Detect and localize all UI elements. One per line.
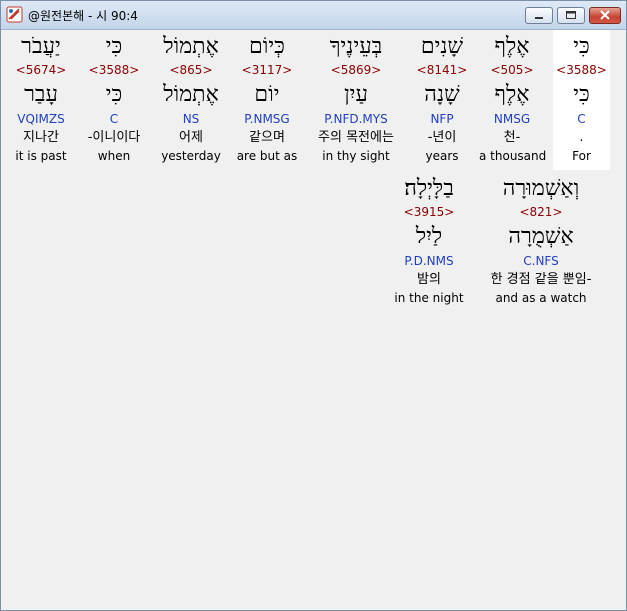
lemma: יוֹם [254, 82, 280, 107]
strong-number[interactable]: <505> [479, 63, 545, 77]
strong-number[interactable]: <3915> [387, 205, 471, 219]
hebrew-word: שָׁנִים [420, 34, 464, 59]
korean-gloss: 밤의 [417, 272, 441, 287]
title-bar[interactable]: @원전본해 - 시 90:4 [1, 1, 626, 30]
word-cell[interactable]: וְאַשְׁמוּרָה <821> אַשְׁמֻרָה C.NFS 한 경… [473, 172, 609, 312]
parsing-code: C [109, 112, 119, 126]
hebrew-word: אֶלֶף [494, 34, 530, 59]
korean-gloss: 한 경점 같을 뿐임- [490, 272, 592, 287]
strong-number[interactable]: <5674> [9, 63, 73, 77]
word-cell[interactable]: אֶלֶף <505> אֶלֶף NMSG 천- a thousand [479, 30, 547, 170]
word-cell[interactable]: כִּי <3588> כִּי C . For [553, 30, 610, 170]
word-cell[interactable]: כִּי <3588> כִּי C -이니이다 when [79, 30, 149, 170]
hebrew-word: בְּעֵינֶיךָ [329, 34, 383, 59]
parsing-code: VQIMZS [17, 112, 65, 126]
english-gloss: and as a watch [495, 291, 587, 305]
hebrew-word: כִּי [573, 34, 590, 59]
lemma: כִּי [105, 82, 123, 107]
english-gloss: a thousand [479, 149, 547, 163]
parsing-code: C [577, 112, 586, 126]
lemma: אַשְׁמֻרָה [508, 224, 574, 249]
word-cell[interactable]: כְּיוֹם <3117> יוֹם P.NMSG 같으며 are but a… [233, 30, 301, 170]
korean-gloss: 주의 목전에는 [318, 130, 394, 145]
hebrew-word: כְּיוֹם [249, 34, 285, 59]
word-cell[interactable]: אֶתְמוֹל <865> אֶתְמוֹל NS 어제 yesterday [155, 30, 227, 170]
parsing-code: NS [182, 112, 200, 126]
hebrew-word: וְאַשְׁמוּרָה [502, 176, 580, 201]
english-gloss: For [572, 149, 591, 163]
english-gloss: in the night [394, 291, 464, 305]
lemma: אֶלֶף [494, 82, 530, 107]
korean-gloss: 어제 [179, 130, 203, 145]
app-window: @원전본해 - 시 90:4 כִּי <3588> כִּי C . For … [0, 0, 627, 611]
strong-number[interactable]: <3588> [553, 63, 610, 77]
lemma: אֶתְמוֹל [163, 82, 219, 107]
korean-gloss: 같으며 [249, 130, 285, 145]
word-cell[interactable]: בְּעֵינֶיךָ <5869> עַיִן P.NFD.MYS 주의 목전… [307, 30, 405, 170]
parsing-code: P.NFD.MYS [324, 112, 388, 126]
minimize-button[interactable] [525, 7, 553, 24]
lemma: עַיִן [344, 82, 368, 107]
word-cell[interactable]: יַעֲבֹר <5674> עָבַר VQIMZS 지나간 it is pa… [9, 30, 73, 170]
english-gloss: it is past [15, 149, 67, 163]
minimize-icon [535, 17, 543, 19]
maximize-icon [566, 11, 576, 19]
hebrew-word: בַלָּיְלָה׃ [404, 176, 454, 201]
english-gloss: are but as [236, 149, 298, 163]
close-button[interactable] [589, 7, 621, 24]
parsing-code: P.D.NMS [404, 254, 454, 268]
hebrew-word: כִּי [105, 34, 123, 59]
parsing-code: P.NMSG [244, 112, 290, 126]
english-gloss: yesterday [161, 149, 221, 163]
close-icon [600, 10, 610, 20]
strong-number[interactable]: <5869> [307, 63, 405, 77]
parsing-code: C.NFS [523, 254, 559, 268]
word-cell[interactable]: בַלָּיְלָה׃ <3915> לַיִל P.D.NMS 밤의 in t… [387, 172, 471, 312]
strong-number[interactable]: <8141> [410, 63, 474, 77]
lemma: שָׁנָה [424, 82, 460, 107]
word-cell[interactable]: שָׁנִים <8141> שָׁנָה NFP -년이 years [410, 30, 474, 170]
strong-number[interactable]: <865> [155, 63, 227, 77]
strong-number[interactable]: <3117> [233, 63, 301, 77]
strong-number[interactable]: <3588> [79, 63, 149, 77]
strong-number[interactable]: <821> [473, 205, 609, 219]
korean-gloss: -년이 [427, 130, 457, 145]
maximize-button[interactable] [557, 7, 585, 24]
interlinear-panel: כִּי <3588> כִּי C . For אֶלֶף <505> אֶל… [5, 30, 623, 606]
english-gloss: when [97, 149, 131, 163]
english-gloss: years [425, 149, 459, 163]
parsing-code: NFP [430, 112, 454, 126]
korean-gloss: -이니이다 [87, 130, 141, 145]
hebrew-word: יַעֲבֹר [21, 34, 61, 59]
hebrew-word: אֶתְמוֹל [163, 34, 219, 59]
lemma: עָבַר [24, 82, 58, 107]
app-icon [6, 6, 23, 23]
korean-gloss: 지나간 [23, 130, 59, 145]
korean-gloss: . [579, 130, 584, 145]
lemma: לַיִל [415, 224, 443, 249]
english-gloss: in thy sight [322, 149, 390, 163]
lemma: כִּי [573, 82, 590, 107]
korean-gloss: 천- [503, 130, 521, 145]
window-title: @원전본해 - 시 90:4 [28, 9, 138, 23]
parsing-code: NMSG [493, 112, 531, 126]
